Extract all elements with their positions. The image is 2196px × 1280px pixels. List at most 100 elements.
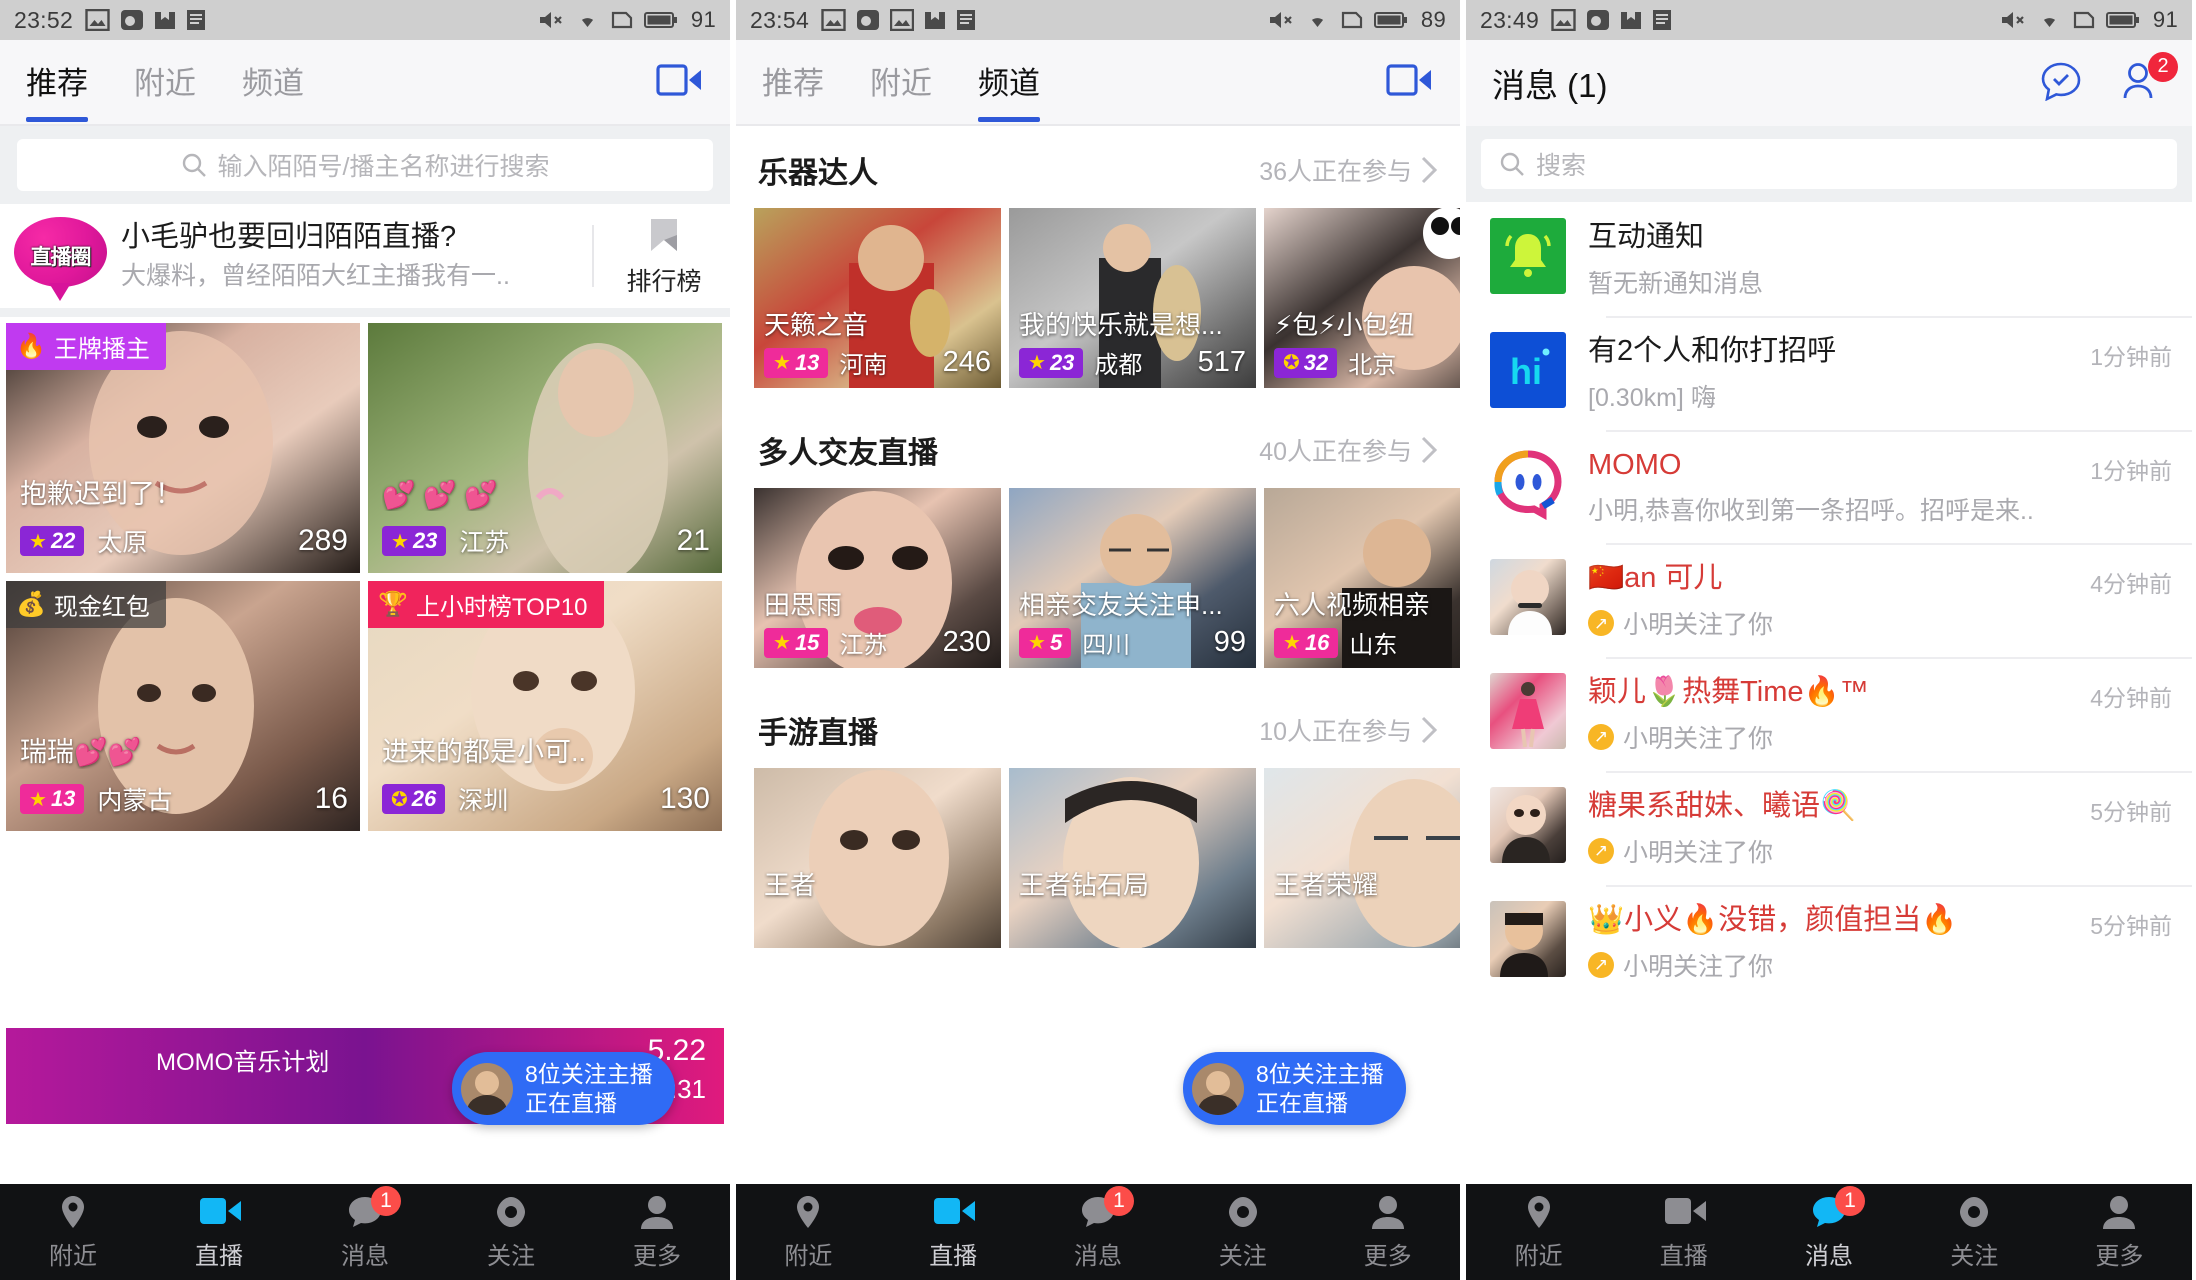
nav-item-messages[interactable]: 1 消息 — [292, 1185, 438, 1271]
card-city: 太原 — [97, 529, 148, 557]
nav-item-messages[interactable]: 1 消息 — [1756, 1185, 1901, 1271]
nav-item-following[interactable]: 关注 — [1170, 1194, 1315, 1271]
search-input[interactable]: 搜索 — [1481, 139, 2177, 189]
video-camera-icon — [933, 1194, 976, 1230]
tab-recommend-label: 推荐 — [762, 65, 824, 101]
following-live-line2: 正在直播 — [1256, 1089, 1348, 1116]
nav-item-following[interactable]: 关注 — [438, 1194, 584, 1271]
list-item[interactable]: hi 有2个人和你打招呼 [0.30km] 嗨 1分钟前 — [1466, 315, 2192, 430]
live-thumbnail — [754, 768, 1001, 948]
channel-card[interactable]: 王者荣耀 — [1264, 768, 1460, 948]
nav-item-more[interactable]: 更多 — [1315, 1194, 1460, 1271]
nav-item-nearby[interactable]: 附近 — [1466, 1194, 1611, 1271]
tab-channel[interactable]: 频道 — [242, 58, 304, 107]
list-item[interactable]: 🇨🇳an 可儿 ↗ 小明关注了你 4分钟前 — [1466, 543, 2192, 657]
channel-card-row: 天籁之音 ★ 13 河南 246 我的快乐就是想... ★ 23 成都 517 ⚡包… — [736, 208, 1460, 388]
nav-item-more[interactable]: 更多 — [2047, 1194, 2192, 1271]
start-live-button[interactable] — [656, 62, 704, 103]
ranking-button[interactable]: 排行榜 — [612, 215, 716, 298]
live-card[interactable]: 🔥 王牌播主 抱歉迟到了！ ★ 22 太原 289 — [6, 323, 360, 573]
status-bar: 23:54 89 — [736, 0, 1460, 40]
channel-card[interactable]: ⚡包⚡小包纽 ✪ 32 北京 — [1264, 208, 1460, 388]
channel-card[interactable]: 王者 — [754, 768, 1001, 948]
nav-item-nearby[interactable]: 附近 — [0, 1194, 146, 1271]
message-preview: 暂无新通知消息 — [1588, 264, 2158, 300]
tab-channel[interactable]: 频道 — [978, 58, 1040, 122]
message-time: 4分钟前 — [2090, 571, 2172, 598]
promo-divider — [592, 225, 594, 287]
sim-icon — [2073, 11, 2095, 29]
channel-card[interactable]: 王者钻石局 — [1009, 768, 1256, 948]
contacts-badge: 2 — [2148, 51, 2178, 82]
tab-nearby[interactable]: 附近 — [134, 58, 196, 107]
live-thumbnail — [1264, 768, 1460, 948]
message-preview-text: 小明关注了你 — [1623, 838, 1774, 867]
avatar: hi — [1490, 331, 1566, 408]
list-item[interactable]: 互动通知 暂无新通知消息 — [1466, 202, 2192, 316]
search-icon — [1500, 152, 1524, 176]
level-value: 26 — [411, 786, 437, 811]
message-time: 5分钟前 — [2090, 912, 2172, 939]
status-time: 23:54 — [750, 6, 810, 33]
nav-item-following[interactable]: 关注 — [1902, 1194, 2047, 1271]
card-city: 河南 — [839, 352, 888, 379]
location-pin-icon — [788, 1194, 828, 1230]
channel-section-header[interactable]: 多人交友直播 40人正在参与 — [736, 406, 1460, 488]
following-live-pill[interactable]: 8位关注主播 正在直播 — [452, 1052, 675, 1126]
level-value: 23 — [1049, 349, 1075, 375]
promo-logo: 直播圈 — [14, 216, 107, 301]
level-badge: ★ 15 — [764, 627, 829, 658]
channel-card[interactable]: 我的快乐就是想... ★ 23 成都 517 — [1009, 208, 1256, 388]
card-viewer-count: 517 — [1197, 346, 1246, 378]
start-live-button[interactable] — [1386, 62, 1434, 103]
live-card[interactable]: 💰 现金红包 瑞瑞💕💕 ★ 13 内蒙古 16 — [6, 581, 360, 831]
video-camera-icon — [1386, 63, 1431, 96]
nav-item-more[interactable]: 更多 — [584, 1194, 730, 1271]
chat-bubble-icon: 1 — [345, 1185, 401, 1230]
channel-card[interactable]: 田思雨 ★ 15 江苏 230 — [754, 488, 1001, 668]
card-title: 抱歉迟到了！ — [20, 479, 182, 509]
search-input[interactable]: 输入陌陌号/播主名称进行搜索 — [17, 139, 713, 191]
message-preview: ↗ 小明关注了你 — [1588, 947, 2076, 983]
level-badge: ★ 13 — [764, 347, 829, 378]
nav-item-live[interactable]: 直播 — [881, 1194, 1026, 1271]
level-badge: ✪ 32 — [1274, 347, 1338, 378]
live-thumbnail — [1009, 768, 1256, 948]
section-title: 多人交友直播 — [758, 437, 938, 470]
person-icon — [2099, 1194, 2139, 1230]
message-name: 🇨🇳an 可儿 — [1588, 562, 1723, 595]
nav-label: 消息 — [341, 1242, 389, 1270]
nav-item-nearby[interactable]: 附近 — [736, 1194, 881, 1271]
star-icon: ✪ — [1283, 352, 1300, 374]
tab-nearby[interactable]: 附近 — [870, 58, 932, 107]
card-footer: ✪ 26 深圳 130 — [382, 781, 710, 817]
live-card[interactable]: 🏆 上小时榜TOP10 进来的都是小可.. ✪ 26 深圳 130 — [368, 581, 722, 831]
card-title: 王者 — [764, 870, 817, 900]
mark-read-button[interactable] — [2040, 61, 2082, 106]
nav-item-messages[interactable]: 1 消息 — [1026, 1185, 1171, 1271]
message-name: 糖果系甜妹、曦语🍭 — [1588, 789, 1857, 822]
channel-card[interactable]: 相亲交友关注申... ★ 5 四川 99 — [1009, 488, 1256, 668]
channel-section-header[interactable]: 乐器达人 36人正在参与 — [736, 126, 1460, 208]
channel-card[interactable]: 六人视频相亲 ★ 16 山东 — [1264, 488, 1460, 668]
contacts-button[interactable]: 2 — [2122, 51, 2178, 106]
nav-item-live[interactable]: 直播 — [1611, 1194, 1756, 1271]
tab-recommend[interactable]: 推荐 — [762, 58, 824, 107]
promo-banner[interactable]: 直播圈 小毛驴也要回归陌陌直播? 大爆料，曾经陌陌大红主播我有一.. 排行榜 — [0, 204, 730, 308]
nav-item-live[interactable]: 直播 — [146, 1194, 292, 1271]
list-item[interactable]: 👑小义🔥没错，颜值担当🔥 ↗ 小明关注了你 5分钟前 — [1466, 884, 2192, 999]
following-live-pill[interactable]: 8位关注主播 正在直播 — [1183, 1052, 1406, 1126]
chat-check-icon — [2041, 62, 2081, 101]
list-item[interactable]: 糖果系甜妹、曦语🍭 ↗ 小明关注了你 5分钟前 — [1466, 770, 2192, 885]
tab-recommend[interactable]: 推荐 — [26, 58, 88, 122]
card-badge-emoji: 💰 — [16, 591, 46, 618]
list-item[interactable]: 颖儿🌷热舞Time🔥™ ↗ 小明关注了你 4分钟前 — [1466, 657, 2192, 771]
channel-card[interactable]: 天籁之音 ★ 13 河南 246 — [754, 208, 1001, 388]
channel-section-header[interactable]: 手游直播 10人正在参与 — [736, 686, 1460, 768]
video-camera-icon — [199, 1194, 241, 1230]
list-item[interactable]: MOMO 小明,恭喜你收到第一条招呼。招呼是来.. 1分钟前 — [1466, 429, 2192, 544]
chevron-right-icon — [1421, 156, 1438, 184]
live-card[interactable]: 💕 💕 💕 ★ 23 江苏 21 — [368, 323, 722, 573]
message-time: 4分钟前 — [2090, 685, 2172, 712]
channel-card-row: 田思雨 ★ 15 江苏 230 相亲交友关注申... ★ 5 四川 99 六人视频相… — [736, 488, 1460, 668]
